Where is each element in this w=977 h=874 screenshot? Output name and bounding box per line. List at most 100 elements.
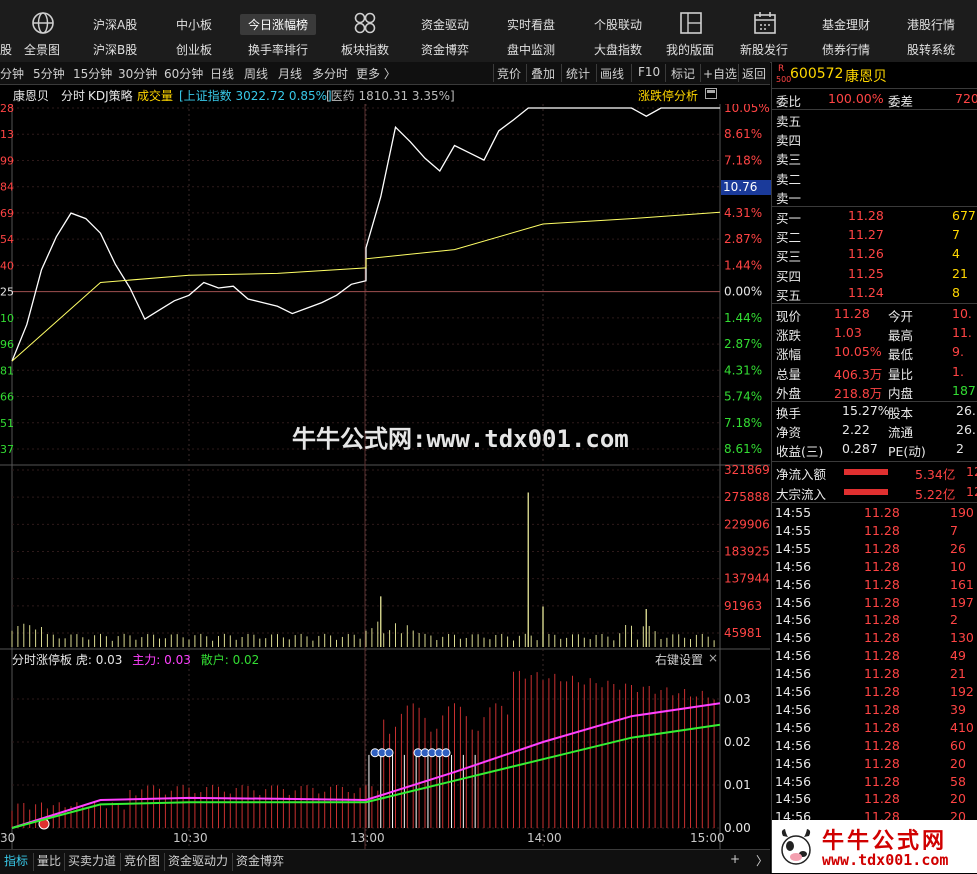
- tab-fund-drive[interactable]: 资金驱动力: [168, 852, 228, 869]
- y-right-tick: 10.05%: [724, 104, 770, 115]
- sell-level-label: 卖一: [776, 190, 802, 206]
- action-mark[interactable]: 标记: [671, 65, 695, 82]
- separator: [164, 853, 165, 871]
- period-more[interactable]: 更多 〉: [356, 65, 396, 82]
- tick-price: 11.28: [864, 684, 900, 699]
- period-monthly[interactable]: 月线: [278, 65, 302, 82]
- tab-auction-chart[interactable]: 竞价图: [124, 852, 160, 869]
- stat-row: 净资 2.22 流通 26.: [772, 421, 977, 440]
- tick-row: 14:56 11.28 130: [772, 629, 977, 648]
- period-15min[interactable]: 15分钟: [73, 65, 112, 82]
- nav-neeq[interactable]: 股转系统: [907, 41, 955, 58]
- action-auction[interactable]: 竞价: [497, 65, 521, 82]
- weibi-value: 100.00%: [828, 91, 884, 106]
- stat-row: 外盘 218.8万内盘 187.5: [772, 382, 977, 401]
- chart-icon[interactable]: [678, 10, 704, 36]
- nav-monitor[interactable]: 盘中监测: [507, 41, 555, 58]
- buy-row: 买四 11.25 21: [772, 265, 977, 284]
- flow-bar: [844, 469, 888, 475]
- index1-label: [上证指数 3022.72 0.85%]: [179, 89, 332, 103]
- period-30min[interactable]: 30分钟: [118, 65, 157, 82]
- period-60min[interactable]: 60分钟: [164, 65, 203, 82]
- stat-label: 涨跌: [776, 328, 802, 344]
- action-stats[interactable]: 统计: [566, 65, 590, 82]
- nav-turnover[interactable]: 换手率排行: [248, 41, 308, 58]
- tick-price: 11.28: [864, 594, 900, 610]
- window-icon[interactable]: [705, 88, 717, 99]
- grid-icon[interactable]: [352, 10, 378, 36]
- action-f10[interactable]: F10: [638, 65, 660, 79]
- nav-sector-index[interactable]: 板块指数: [341, 41, 389, 58]
- nav-ipo[interactable]: 新股发行: [740, 41, 788, 58]
- y-right-tick: 2.87%: [724, 337, 762, 351]
- buy-level-label: 买三: [776, 249, 802, 265]
- weicha-value: 720: [955, 91, 977, 106]
- sell-row: 卖五: [772, 110, 977, 129]
- nav-hushen-a[interactable]: 沪深A股: [93, 16, 137, 33]
- nav-chuangye[interactable]: 创业板: [176, 41, 212, 58]
- stat-row: 换手 15.27% 股本 26.: [772, 402, 977, 421]
- more-tabs-button[interactable]: 〉: [756, 852, 768, 869]
- buy-level-label: 买四: [776, 268, 802, 284]
- period-weekly[interactable]: 周线: [244, 65, 268, 82]
- tab-volume-ratio[interactable]: 量比: [37, 852, 61, 869]
- nav-hk[interactable]: 港股行情: [907, 16, 955, 33]
- tick-row: 14:56 11.28 60: [772, 737, 977, 756]
- nav-zhongxiaoban[interactable]: 中小板: [176, 16, 212, 33]
- x-axis-tick: 13:00: [350, 831, 385, 845]
- right-click-settings[interactable]: 右键设置: [655, 651, 703, 668]
- tick-time: 14:56: [775, 755, 812, 771]
- nav-stock-link[interactable]: 个股联动: [594, 16, 642, 33]
- tick-price: 11.28: [864, 540, 900, 556]
- strategy-name[interactable]: KDJ策略: [88, 87, 133, 104]
- tick-price: 11.28: [864, 505, 900, 520]
- action-add-watchlist[interactable]: +自选: [703, 65, 737, 82]
- weicha-label: 委差: [888, 94, 914, 109]
- tab-indicator[interactable]: 指标: [4, 852, 28, 869]
- limit-analysis-button[interactable]: 涨跌停分析: [638, 87, 698, 104]
- action-draw[interactable]: 画线: [600, 65, 624, 82]
- period-multi[interactable]: 多分时: [312, 65, 348, 82]
- tick-volume: 26: [950, 540, 966, 556]
- nav-hushen-b[interactable]: 沪深B股: [93, 41, 137, 58]
- close-indicator-icon[interactable]: ×: [708, 651, 718, 665]
- nav-realtime[interactable]: 实时看盘: [507, 16, 555, 33]
- nav-stock-partial[interactable]: 股: [0, 41, 12, 58]
- retail-label: 散户:: [200, 653, 229, 667]
- action-overlay[interactable]: 叠加: [531, 65, 555, 82]
- globe-icon[interactable]: [30, 10, 56, 36]
- nav-fund-game[interactable]: 资金博弈: [421, 41, 469, 58]
- tab-fund-game[interactable]: 资金博弈: [236, 852, 284, 869]
- weibi-row: 委比 100.00% 委差 720: [772, 90, 977, 109]
- period-1min[interactable]: 分钟: [0, 65, 24, 82]
- tick-price: 11.28: [864, 755, 900, 771]
- stat-value: 0.287: [842, 441, 878, 457]
- stat-value: 2: [956, 441, 964, 457]
- weibi-label: 委比: [776, 94, 802, 109]
- action-back[interactable]: 返回: [742, 65, 766, 82]
- nav-panorama[interactable]: 全景图: [24, 41, 60, 58]
- tick-price: 11.28: [864, 612, 900, 628]
- nav-bonds[interactable]: 债券行情: [822, 41, 870, 58]
- stock-name-panel: 康恩贝: [845, 69, 887, 85]
- x-axis-tick: 14:00: [527, 831, 562, 845]
- tab-buy-sell-power[interactable]: 买卖力道: [68, 852, 116, 869]
- y-right-tick: 8.61%: [724, 442, 762, 456]
- sell-level-label: 卖二: [776, 171, 802, 187]
- period-5min[interactable]: 5分钟: [33, 65, 65, 82]
- buy-price: 11.26: [848, 246, 884, 262]
- period-daily[interactable]: 日线: [210, 65, 234, 82]
- stat-label: 换手: [776, 406, 802, 421]
- sell-level-label: 卖五: [776, 114, 802, 129]
- chart-area[interactable]: 10.05% 28 8.61% 13 7.18% 99 5.74% 84 4.31% 69 2.87…: [0, 104, 770, 849]
- chart-mode[interactable]: 分时: [61, 87, 85, 104]
- nav-funds[interactable]: 基金理财: [822, 16, 870, 33]
- nav-fund-drive[interactable]: 资金驱动: [421, 16, 469, 33]
- calendar-icon[interactable]: [752, 10, 778, 36]
- nav-market-index[interactable]: 大盘指数: [594, 41, 642, 58]
- tick-volume: 20: [950, 791, 966, 807]
- separator: [120, 853, 121, 871]
- nav-my-layout[interactable]: 我的版面: [666, 41, 714, 58]
- nav-today-gainers[interactable]: 今日涨幅榜: [240, 14, 317, 35]
- add-tab-button[interactable]: +: [730, 852, 740, 866]
